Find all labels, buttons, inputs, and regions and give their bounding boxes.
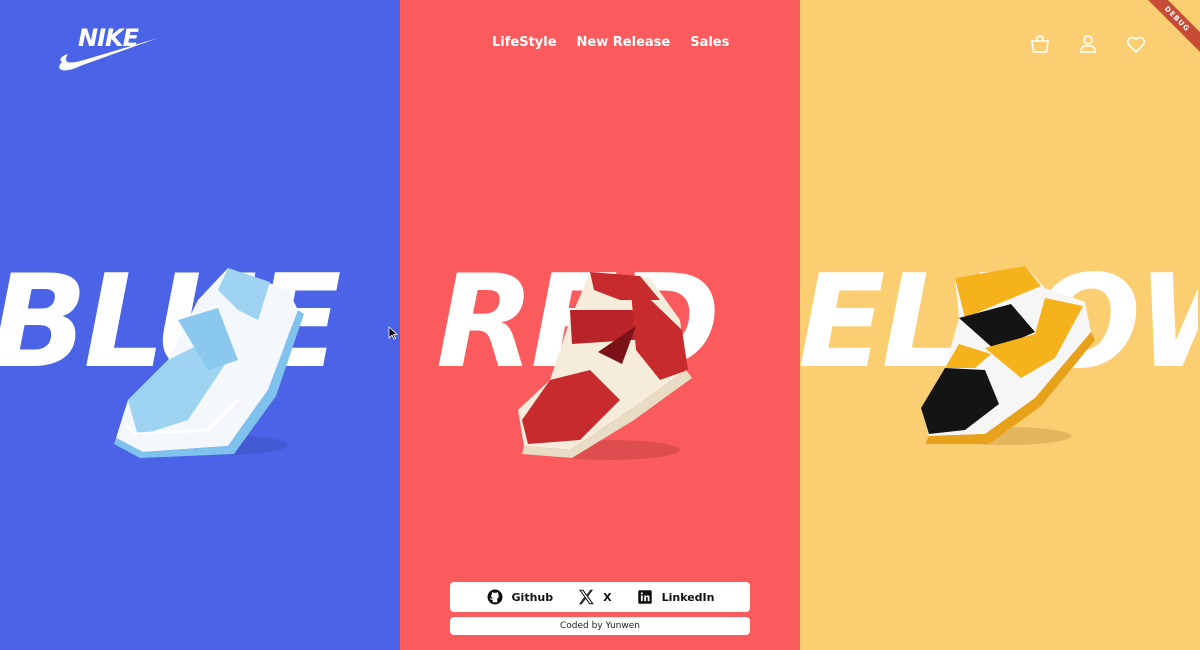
logo-text: NIKE <box>78 24 139 52</box>
yellow-sneaker-image <box>921 266 1095 445</box>
github-link[interactable]: Github <box>486 588 554 606</box>
x-link-label: X <box>603 590 612 604</box>
blue-sneaker-image <box>114 268 304 458</box>
header-icons <box>1028 32 1148 56</box>
social-links-bar: Github X LinkedIn <box>450 582 750 612</box>
debug-banner: DEBUG <box>1140 0 1200 56</box>
red-sneaker-image <box>518 272 692 460</box>
main-nav: LifeStyle New Release Sales <box>492 35 729 50</box>
nav-item-sales[interactable]: Sales <box>690 35 729 50</box>
linkedin-icon <box>637 590 652 604</box>
github-link-label: Github <box>511 590 554 604</box>
credit-text: Coded by Yunwen <box>450 617 750 635</box>
nav-item-new-release[interactable]: New Release <box>577 35 671 50</box>
linkedin-link[interactable]: LinkedIn <box>636 588 715 606</box>
bag-icon[interactable] <box>1028 32 1052 56</box>
user-icon[interactable] <box>1076 32 1100 56</box>
x-icon <box>579 589 594 605</box>
x-link[interactable]: X <box>577 588 612 606</box>
linkedin-link-label: LinkedIn <box>661 590 715 604</box>
nav-item-lifestyle[interactable]: LifeStyle <box>492 35 557 50</box>
heart-icon[interactable] <box>1124 32 1148 56</box>
mouse-cursor-icon <box>388 326 398 340</box>
github-icon <box>487 589 503 605</box>
nike-logo[interactable]: NIKE <box>54 24 160 72</box>
